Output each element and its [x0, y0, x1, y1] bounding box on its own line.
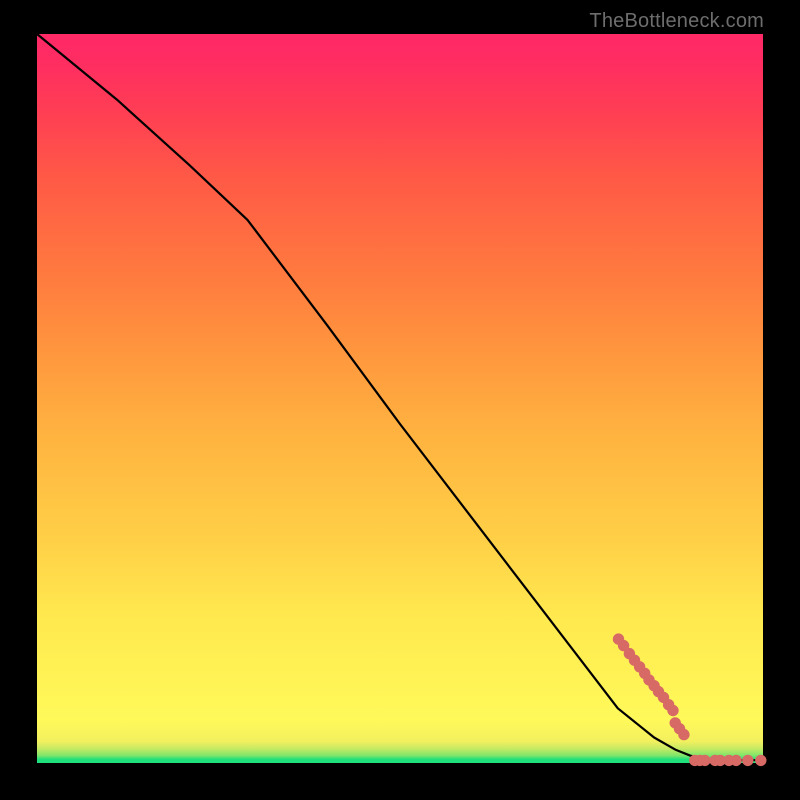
plot-area	[37, 34, 763, 763]
chart-frame: TheBottleneck.com	[0, 0, 800, 800]
watermark-text: TheBottleneck.com	[589, 10, 764, 33]
